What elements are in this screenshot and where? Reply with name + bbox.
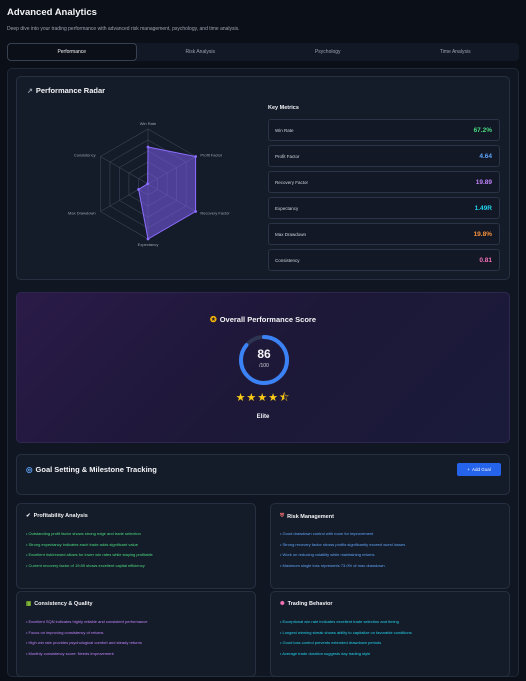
metric-label: Win Rate <box>275 127 294 133</box>
list-item: • Good drawdown control with room for im… <box>280 531 374 536</box>
radar-spoke <box>100 156 149 185</box>
radar-axis-label: Recovery Factor <box>200 211 230 216</box>
target-icon: ◎ <box>26 465 33 474</box>
overall-score-card: ✪ Overall Performance Score 86 /100 ★★★★⯪… <box>16 292 510 443</box>
metric-label: Max Drawdown <box>275 231 307 237</box>
shield-icon: ⛨ <box>280 513 285 519</box>
score-max: /100 <box>259 363 269 369</box>
metric-value: 4.64 <box>479 152 492 160</box>
insight-list: • Exceptional win rate indicates excelle… <box>280 617 412 660</box>
score-value: 86 <box>257 347 271 361</box>
list-item: • Longest winning streak shows ability t… <box>280 629 412 635</box>
radar-point <box>194 155 198 158</box>
profitability-analysis-card: ✔ Profitability Analysis • Outstanding p… <box>16 503 256 589</box>
check-icon: ✔ <box>26 513 31 519</box>
metric-row: Max Drawdown 19.8% <box>268 223 500 245</box>
score-title: ✪ Overall Performance Score <box>209 315 316 324</box>
metric-value: 19.89 <box>475 178 492 186</box>
list-item: • Monthly consistency score: Needs Impro… <box>26 651 114 657</box>
tab-time-analysis[interactable]: Time Analysis <box>392 43 520 61</box>
radar-chart: Win Rate Profit Factor Recovery Factor Expe… <box>68 121 230 247</box>
radar-title: ↗ Performance Radar <box>27 86 106 95</box>
consistency-quality-card: ▥ Consistency & Quality • Excellent SQN … <box>16 591 256 677</box>
bar-chart-icon: ▥ <box>26 601 32 607</box>
radar-series <box>138 146 197 240</box>
radar-axis-label: Max Drawdown <box>68 211 96 216</box>
radar-axis-label: Expectancy <box>138 242 159 247</box>
metric-row: Profit Factor 4.64 <box>268 145 500 167</box>
goal-setting-card: ◎ Goal Setting & Milestone Tracking + Ad… <box>16 454 510 495</box>
list-item: • Current recovery factor of 19.89 shows… <box>26 563 145 569</box>
metric-row: Win Rate 67.2% <box>268 119 500 141</box>
radar-axis-label: Win Rate <box>140 121 157 126</box>
list-item: • Good loss control prevents extended dr… <box>280 640 382 646</box>
tab-psychology[interactable]: Psychology <box>264 43 392 61</box>
radar-point <box>194 210 198 213</box>
brain-icon: ✺ <box>280 601 285 607</box>
list-item: • Focus on improving consistency of retu… <box>26 629 104 635</box>
metric-value: 67.2% <box>473 126 492 134</box>
award-icon: ✪ <box>209 315 217 324</box>
trending-up-icon: ↗ <box>27 87 33 95</box>
list-item: • Excellent SQN indicates highly reliabl… <box>26 619 148 624</box>
insight-title: ✔ Profitability Analysis <box>26 513 88 519</box>
list-item: • High win rate provides psychological c… <box>26 640 142 646</box>
radar-axis-label: Profit Factor <box>200 153 222 158</box>
insight-title: ✺ Trading Behavior <box>280 601 333 607</box>
list-item: • Excellent risk/reward allows for lower… <box>26 552 153 558</box>
radar-axis-label: Consistency <box>74 153 96 158</box>
trading-behavior-card: ✺ Trading Behavior • Exceptional win rat… <box>270 591 510 677</box>
metric-row: Recovery Factor 19.89 <box>268 171 500 193</box>
metric-value: 19.8% <box>473 230 492 238</box>
tab-performance[interactable]: Performance <box>7 43 137 61</box>
metric-value: 0.81 <box>479 256 492 264</box>
insight-title: ▥ Consistency & Quality <box>26 601 93 607</box>
goal-title: ◎ Goal Setting & Milestone Tracking <box>26 465 157 474</box>
plus-icon: + <box>467 467 470 472</box>
list-item: • Strong recovery factor shows profits s… <box>280 541 406 547</box>
performance-radar-card: ↗ Performance Radar Win Rate Profit Facto… <box>16 76 510 280</box>
metric-label: Recovery Factor <box>275 179 309 185</box>
insight-list: • Excellent SQN indicates highly reliabl… <box>26 617 147 660</box>
insight-list: • Outstanding profit factor shows strong… <box>26 529 153 572</box>
radar-point <box>137 188 140 191</box>
key-metrics-title: Key Metrics <box>268 105 299 111</box>
list-item: • Outstanding profit factor shows strong… <box>26 531 141 536</box>
metric-label: Profit Factor <box>275 153 300 159</box>
page-subtitle: Deep dive into your trading performance … <box>7 26 240 32</box>
radar-point <box>146 237 150 241</box>
insight-list: • Good drawdown control with room for im… <box>280 529 405 572</box>
list-item: • Work on reducing volatility while main… <box>280 552 375 558</box>
tab-risk-analysis[interactable]: Risk Analysis <box>137 43 265 61</box>
list-item: • Strong expectancy indicates each trade… <box>26 541 138 547</box>
insight-title: ⛨ Risk Management <box>280 513 334 520</box>
metric-row: Expectancy 1.49R <box>268 197 500 219</box>
metric-label: Expectancy <box>275 205 299 211</box>
add-goal-button[interactable]: + Add Goal <box>457 463 501 476</box>
metric-label: Consistency <box>275 257 300 263</box>
tab-bar: Performance Risk Analysis Psychology Tim… <box>7 43 519 61</box>
radar-point <box>146 182 150 186</box>
list-item: • Maximum single loss represents 73.0% o… <box>280 563 385 569</box>
star-rating: ★★★★⯪ <box>235 392 291 404</box>
metric-row: Consistency 0.81 <box>268 249 500 271</box>
list-item: • Exceptional win rate indicates excelle… <box>280 619 399 624</box>
radar-point <box>146 145 150 149</box>
list-item: • Average trade duration suggests day tr… <box>280 651 371 657</box>
score-label: Elite <box>256 414 270 420</box>
page-title: Advanced Analytics <box>7 7 97 18</box>
metric-value: 1.49R <box>474 204 492 212</box>
risk-management-card: ⛨ Risk Management • Good drawdown contro… <box>270 503 510 589</box>
